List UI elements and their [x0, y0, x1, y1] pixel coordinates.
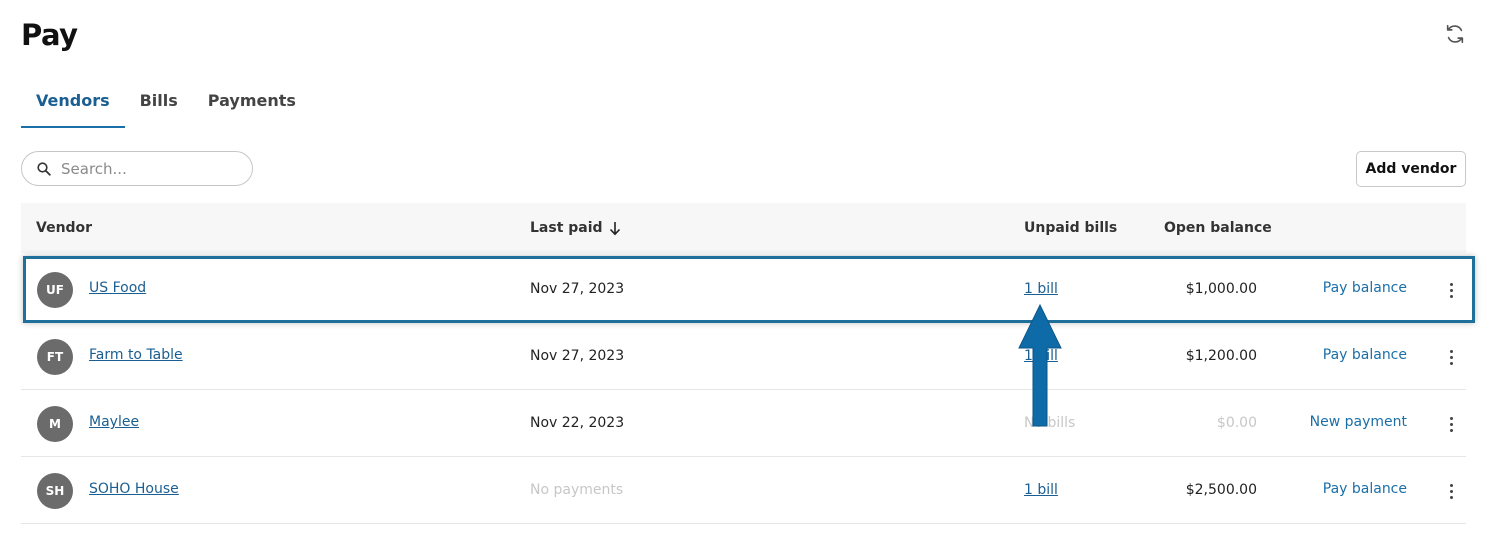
tab-bills[interactable]: Bills — [125, 80, 193, 122]
more-options-icon[interactable] — [1441, 479, 1461, 503]
avatar: SH — [37, 473, 73, 509]
pay-balance-link[interactable]: Pay balance — [1247, 347, 1407, 363]
avatar: FT — [37, 339, 73, 375]
table-row: FT Farm to Table Nov 27, 2023 1 bill $1,… — [21, 323, 1466, 390]
tab-bar: Vendors Bills Payments — [21, 80, 311, 128]
more-options-icon[interactable] — [1441, 412, 1461, 436]
column-header-open-balance[interactable]: Open balance — [1164, 220, 1272, 236]
column-header-last-paid-label: Last paid — [530, 220, 603, 236]
unpaid-bills-link[interactable]: 1 bill — [1024, 482, 1058, 498]
open-balance-amount: $0.00 — [1216, 415, 1257, 431]
page-title: Pay — [21, 18, 78, 52]
tab-vendors[interactable]: Vendors — [21, 80, 125, 128]
search-icon — [37, 161, 51, 176]
column-header-last-paid[interactable]: Last paid — [530, 220, 621, 236]
unpaid-bills-link[interactable]: 1 bill — [1024, 281, 1058, 297]
pay-balance-link[interactable]: Pay balance — [1247, 481, 1407, 497]
last-paid-date: No payments — [530, 482, 624, 498]
vendor-name-link[interactable]: US Food — [89, 280, 146, 296]
unpaid-bills-link[interactable]: 1 bill — [1024, 348, 1058, 364]
last-paid-date: Nov 27, 2023 — [530, 281, 625, 297]
avatar: M — [37, 406, 73, 442]
search-box[interactable] — [21, 151, 253, 186]
refresh-icon — [1446, 24, 1464, 44]
vendor-name-link[interactable]: Farm to Table — [89, 347, 183, 363]
vendor-name-link[interactable]: SOHO House — [89, 481, 179, 497]
tab-payments[interactable]: Payments — [193, 80, 311, 122]
pay-balance-link[interactable]: Pay balance — [1247, 280, 1407, 296]
more-options-icon[interactable] — [1441, 278, 1461, 302]
last-paid-date: Nov 22, 2023 — [530, 415, 625, 431]
table-row: SH SOHO House No payments 1 bill $2,500.… — [21, 457, 1466, 524]
open-balance-amount: $1,000.00 — [1185, 281, 1257, 297]
avatar: UF — [37, 272, 73, 308]
unpaid-bills-status: No bills — [1024, 415, 1076, 431]
search-input[interactable] — [59, 158, 243, 179]
add-vendor-button[interactable]: Add vendor — [1356, 151, 1466, 187]
table-row: M Maylee Nov 22, 2023 No bills $0.00 New… — [21, 390, 1466, 457]
open-balance-amount: $2,500.00 — [1185, 482, 1257, 498]
more-options-icon[interactable] — [1441, 345, 1461, 369]
new-payment-link[interactable]: New payment — [1247, 414, 1407, 430]
open-balance-amount: $1,200.00 — [1185, 348, 1257, 364]
table-row: UF US Food Nov 27, 2023 1 bill $1,000.00… — [21, 256, 1466, 323]
column-header-vendor[interactable]: Vendor — [36, 220, 92, 236]
column-header-unpaid-bills[interactable]: Unpaid bills — [1024, 220, 1117, 236]
last-paid-date: Nov 27, 2023 — [530, 348, 625, 364]
vendor-name-link[interactable]: Maylee — [89, 414, 139, 430]
table-header: Vendor Last paid Unpaid bills Open balan… — [21, 203, 1466, 253]
arrow-down-icon — [609, 221, 620, 235]
refresh-button[interactable] — [1441, 20, 1469, 48]
